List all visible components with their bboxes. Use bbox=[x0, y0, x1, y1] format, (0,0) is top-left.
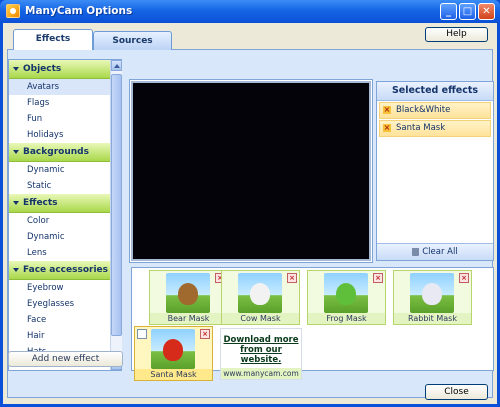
avatar-card-rabbit[interactable]: × Rabbit Mask bbox=[393, 270, 472, 325]
category-header[interactable]: Objects bbox=[9, 60, 121, 79]
avatar-card-frog[interactable]: × Frog Mask bbox=[307, 270, 386, 325]
expand-arrow-icon bbox=[13, 149, 19, 154]
avatar-label: Frog Mask bbox=[308, 313, 385, 324]
category-scrollbar[interactable] bbox=[110, 60, 122, 370]
category-item[interactable]: Eyeglasses bbox=[9, 296, 121, 312]
rabbit-mask-thumbnail bbox=[410, 273, 454, 313]
category-header[interactable]: Face accessories bbox=[9, 261, 121, 280]
download-link-text[interactable]: Download more from our website. bbox=[221, 335, 301, 365]
bear-face-icon bbox=[178, 283, 198, 305]
delete-icon[interactable]: × bbox=[287, 273, 297, 283]
category-title: Objects bbox=[23, 64, 62, 74]
selected-effect-label: Santa Mask bbox=[396, 123, 446, 133]
category-item[interactable]: Static bbox=[9, 178, 121, 194]
clear-all-label: Clear All bbox=[422, 247, 458, 257]
selected-effects-title: Selected effects bbox=[377, 82, 493, 101]
download-more-link[interactable]: Download more from our website. www.many… bbox=[220, 328, 302, 380]
dialog-body: Effects Sources Help Objects Avatars Flags… bbox=[3, 23, 497, 404]
frog-mask-thumbnail bbox=[324, 273, 368, 313]
cow-face-icon bbox=[250, 283, 270, 305]
video-preview bbox=[131, 81, 371, 261]
avatar-label: Bear Mask bbox=[150, 313, 227, 324]
expand-arrow-icon bbox=[13, 267, 19, 272]
add-new-effect-button[interactable]: Add new effect bbox=[8, 351, 123, 367]
download-url: www.manycam.com bbox=[221, 368, 301, 379]
window-title: ManyCam Options bbox=[25, 5, 133, 17]
category-item[interactable]: Eyebrow bbox=[9, 280, 121, 296]
avatar-card-cow[interactable]: × Cow Mask bbox=[221, 270, 300, 325]
category-item[interactable]: Lens bbox=[9, 245, 121, 261]
app-icon bbox=[6, 4, 20, 18]
selected-effect-item[interactable]: × Santa Mask bbox=[379, 120, 491, 137]
selected-effect-item[interactable]: × Black&White bbox=[379, 102, 491, 119]
tab-sources[interactable]: Sources bbox=[93, 31, 172, 50]
expand-arrow-icon bbox=[13, 200, 19, 205]
category-item[interactable]: Flags bbox=[9, 95, 121, 111]
remove-effect-icon[interactable]: × bbox=[383, 106, 391, 114]
window: ManyCam Options _ □ ✕ Effects Sources He… bbox=[0, 0, 500, 407]
minimize-button[interactable]: _ bbox=[440, 3, 457, 20]
avatar-card-santa[interactable]: × Santa Mask bbox=[134, 326, 213, 381]
category-list: Objects Avatars Flags Fun Holidays Background… bbox=[8, 59, 122, 371]
category-item[interactable]: Face bbox=[9, 312, 121, 328]
selected-effect-label: Black&White bbox=[396, 105, 451, 115]
checkbox-icon[interactable] bbox=[137, 329, 147, 339]
delete-icon[interactable]: × bbox=[373, 273, 383, 283]
tab-effects[interactable]: Effects bbox=[13, 29, 93, 50]
category-item[interactable]: Dynamic bbox=[9, 162, 121, 178]
avatar-label: Santa Mask bbox=[135, 369, 212, 380]
bear-mask-thumbnail bbox=[166, 273, 210, 313]
clear-all-button[interactable]: Clear All bbox=[377, 243, 493, 260]
santa-face-icon bbox=[163, 339, 183, 361]
category-header[interactable]: Effects bbox=[9, 194, 121, 213]
avatar-card-bear[interactable]: × Bear Mask bbox=[149, 270, 228, 325]
maximize-button[interactable]: □ bbox=[459, 3, 476, 20]
category-item[interactable]: Holidays bbox=[9, 127, 121, 143]
category-title: Effects bbox=[23, 198, 58, 208]
rabbit-face-icon bbox=[422, 283, 442, 305]
santa-mask-thumbnail bbox=[151, 329, 195, 369]
expand-arrow-icon bbox=[13, 66, 19, 71]
category-item[interactable]: Hair bbox=[9, 328, 121, 344]
avatar-label: Rabbit Mask bbox=[394, 313, 471, 324]
category-title: Backgrounds bbox=[23, 147, 89, 157]
cow-mask-thumbnail bbox=[238, 273, 282, 313]
category-item[interactable]: Dynamic bbox=[9, 229, 121, 245]
close-window-button[interactable]: ✕ bbox=[478, 3, 495, 20]
scrollbar-thumb[interactable] bbox=[111, 74, 122, 336]
close-button[interactable]: Close bbox=[425, 384, 488, 400]
trash-icon bbox=[412, 247, 420, 256]
category-title: Face accessories bbox=[23, 265, 108, 275]
avatar-label: Cow Mask bbox=[222, 313, 299, 324]
title-bar[interactable]: ManyCam Options _ □ ✕ bbox=[0, 0, 500, 23]
category-item[interactable]: Fun bbox=[9, 111, 121, 127]
scroll-up-arrow[interactable] bbox=[111, 60, 122, 71]
category-header[interactable]: Backgrounds bbox=[9, 143, 121, 162]
remove-effect-icon[interactable]: × bbox=[383, 124, 391, 132]
delete-icon[interactable]: × bbox=[200, 329, 210, 339]
delete-icon[interactable]: × bbox=[459, 273, 469, 283]
category-item[interactable]: Color bbox=[9, 213, 121, 229]
selected-effects-panel: Selected effects × Black&White × Santa Mas… bbox=[376, 81, 494, 261]
category-item[interactable]: Avatars bbox=[9, 79, 121, 95]
frog-face-icon bbox=[336, 283, 356, 305]
help-button[interactable]: Help bbox=[425, 27, 488, 42]
